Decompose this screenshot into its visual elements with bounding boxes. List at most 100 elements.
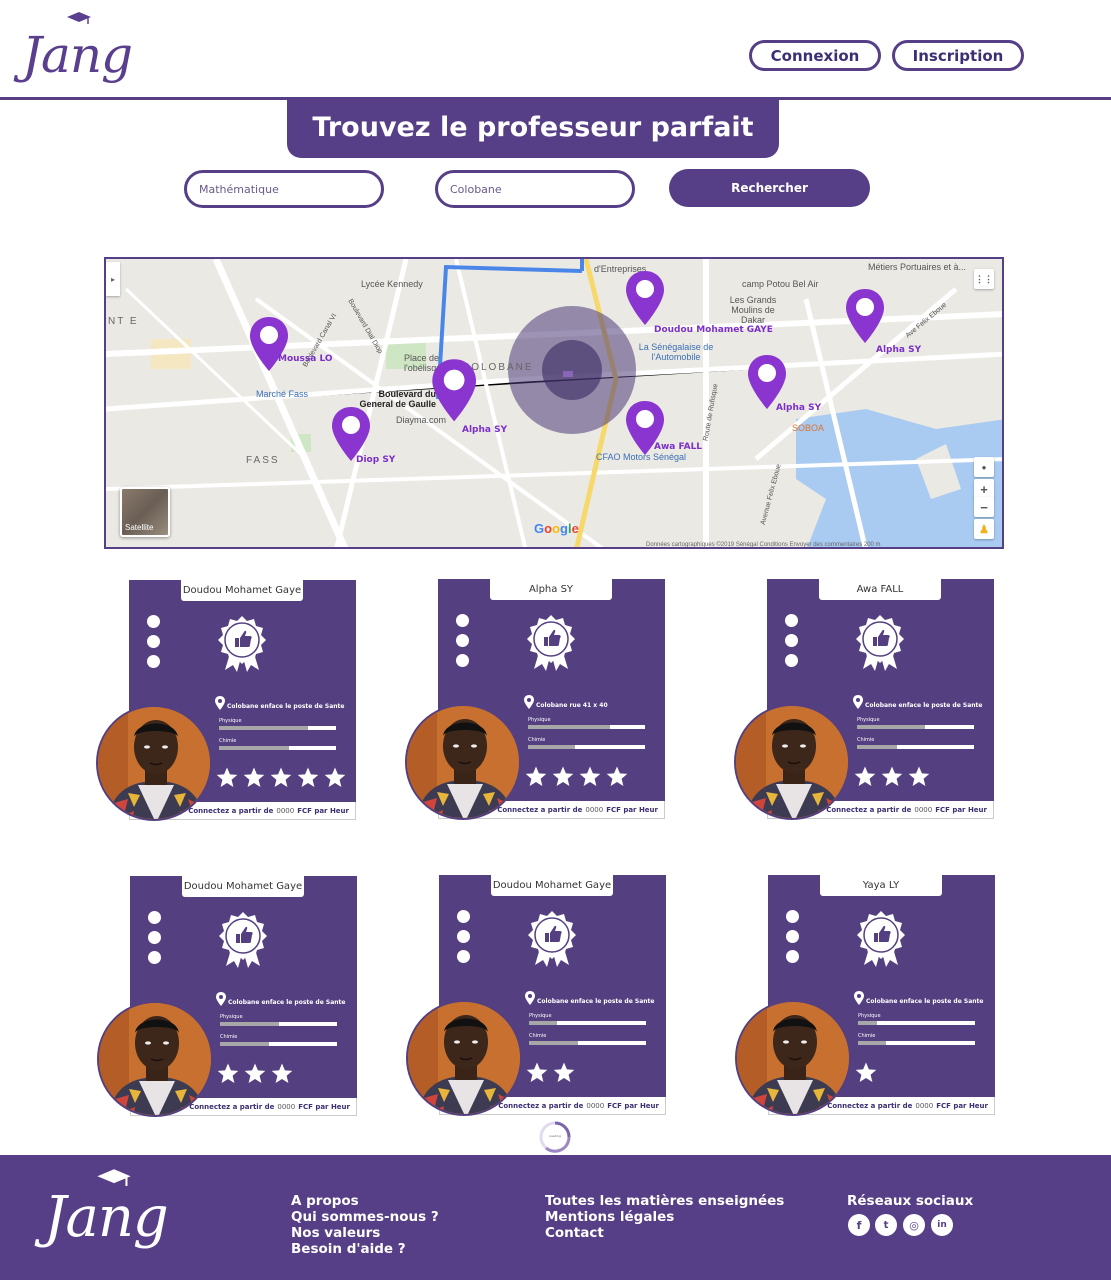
linkedin-icon[interactable]: in — [931, 1214, 953, 1236]
footer-link[interactable]: Nos valeurs — [291, 1225, 439, 1241]
teacher-name[interactable]: Yaya LY — [820, 875, 942, 896]
subject-level: Chimie — [857, 737, 974, 749]
teacher-address: Colobane enface le poste de Sante — [853, 695, 982, 709]
teacher-name[interactable]: Doudou Mohamet Gaye — [181, 580, 303, 601]
teacher-card[interactable]: Awa FALL Colobane enface le poste de Sant… — [734, 579, 994, 820]
level-bar — [528, 745, 645, 749]
more-options-icon[interactable] — [456, 614, 470, 674]
star-icon — [552, 766, 574, 786]
map-pin-label[interactable]: Doudou Mohamet GAYE — [654, 325, 773, 335]
subject-level: Physique — [858, 1013, 975, 1025]
signup-button[interactable]: Inscription — [892, 40, 1024, 71]
price-prefix: Connectez a partir de — [826, 805, 912, 814]
satellite-toggle[interactable]: Satellite — [120, 487, 170, 537]
teacher-card[interactable]: Doudou Mohamet Gaye Colobane enface le po… — [406, 875, 666, 1116]
map-label: La Sénégalaise de l'Automobile — [638, 342, 714, 362]
footer-link[interactable]: A propos — [291, 1193, 439, 1209]
my-location-button[interactable]: ● — [974, 457, 994, 477]
teacher-map[interactable]: ▸ Lycée Kennedy Place de l'obélisque COL… — [104, 257, 1004, 549]
more-options-icon[interactable] — [457, 910, 471, 970]
star-icon — [324, 767, 346, 787]
zoom-out-button[interactable]: − — [974, 497, 994, 517]
avatar[interactable] — [735, 1000, 851, 1116]
subject-level: Physique — [529, 1013, 646, 1025]
price-suffix: FCF par Heur — [298, 1102, 350, 1111]
teacher-card[interactable]: Doudou Mohamet Gaye Colobane enface le po… — [97, 876, 357, 1117]
search-button[interactable]: Rechercher — [669, 169, 870, 207]
teacher-name[interactable]: Doudou Mohamet Gaye — [182, 876, 304, 897]
google-logo: Google — [534, 521, 579, 536]
subject-level: Chimie — [529, 1033, 646, 1045]
footer-links-legal: Toutes les matières enseignées Mentions … — [545, 1193, 784, 1241]
map-pin-label[interactable]: Alpha SY — [876, 345, 921, 355]
more-options-icon[interactable] — [785, 614, 799, 674]
address-text: Colobane enface le poste de Sante — [537, 998, 655, 1005]
subject-input[interactable] — [184, 170, 384, 208]
teacher-address: Colobane enface le poste de Sante — [215, 696, 344, 710]
level-bar — [857, 745, 974, 749]
address-text: Colobane enface le poste de Sante — [865, 702, 983, 709]
footer-link[interactable]: Mentions légales — [545, 1209, 784, 1225]
map-pin-icon[interactable] — [844, 287, 886, 345]
graduation-cap-icon — [67, 12, 91, 24]
more-options-icon[interactable] — [786, 910, 800, 970]
avatar[interactable] — [734, 704, 850, 820]
footer-link[interactable]: Qui sommes-nous ? — [291, 1209, 439, 1225]
map-pin-label[interactable]: Awa FALL — [654, 442, 702, 452]
level-bar — [220, 1022, 337, 1026]
twitter-icon[interactable]: t — [875, 1214, 897, 1236]
facebook-icon[interactable]: f — [848, 1214, 870, 1236]
footer-logo[interactable]: Jang — [44, 1169, 174, 1265]
star-icon — [854, 766, 876, 786]
teacher-name[interactable]: Awa FALL — [819, 579, 941, 600]
street-view-pegman-icon[interactable]: ♟ — [974, 519, 994, 539]
instagram-icon[interactable]: ◎ — [903, 1214, 925, 1236]
teacher-card[interactable]: Yaya LY Colobane enface le poste de Sante… — [735, 875, 995, 1116]
map-pin-icon[interactable] — [248, 315, 290, 373]
map-panel-toggle[interactable]: ▸ — [106, 262, 120, 296]
level-bar — [219, 746, 336, 750]
footer-link[interactable]: Toutes les matières enseignées — [545, 1193, 784, 1209]
teacher-name[interactable]: Doudou Mohamet Gaye — [491, 875, 613, 896]
login-button[interactable]: Connexion — [749, 40, 881, 71]
star-icon — [908, 766, 930, 786]
location-input[interactable] — [435, 170, 635, 208]
rating-stars — [215, 766, 347, 790]
teacher-card[interactable]: Alpha SY Colobane rue 41 x 40 Physique Chim… — [405, 579, 665, 820]
footer-links-about: A propos Qui sommes-nous ? Nos valeurs B… — [291, 1193, 439, 1257]
award-thumbs-up-icon — [527, 615, 575, 671]
map-pin-icon[interactable] — [624, 269, 666, 327]
subject-label: Chimie — [528, 737, 546, 743]
avatar[interactable] — [405, 704, 521, 820]
map-label: Lycée Kennedy — [361, 279, 423, 289]
footer-link[interactable]: Contact — [545, 1225, 784, 1241]
footer-link[interactable]: Besoin d'aide ? — [291, 1241, 439, 1257]
award-thumbs-up-icon — [218, 616, 266, 672]
price-value: 0000 — [914, 805, 933, 814]
map-pin-label[interactable]: Diop SY — [356, 455, 395, 465]
more-options-icon[interactable] — [147, 615, 161, 675]
subject-label: Chimie — [529, 1033, 547, 1039]
price-suffix: FCF par Heur — [607, 1101, 659, 1110]
price-value: 0000 — [276, 806, 295, 815]
map-pin-label[interactable]: Alpha SY — [776, 403, 821, 413]
zoom-in-button[interactable]: + — [974, 479, 994, 499]
star-icon — [855, 1062, 877, 1082]
level-bar — [858, 1041, 975, 1045]
apps-grid-icon[interactable]: ⋮⋮ — [974, 269, 994, 289]
avatar[interactable] — [97, 1001, 213, 1117]
star-icon — [243, 767, 265, 787]
map-pin-label[interactable]: Moussa LO — [278, 354, 333, 364]
map-label: NT E — [108, 316, 139, 327]
avatar[interactable] — [406, 1000, 522, 1116]
avatar[interactable] — [96, 705, 212, 821]
more-options-icon[interactable] — [148, 911, 162, 971]
map-pin-icon[interactable] — [430, 357, 478, 424]
site-header: Jang Connexion Inscription — [0, 0, 1111, 100]
price-prefix: Connectez a partir de — [189, 1102, 275, 1111]
teacher-name[interactable]: Alpha SY — [490, 579, 612, 600]
map-pin-label[interactable]: Alpha SY — [462, 425, 507, 435]
teacher-card[interactable]: Doudou Mohamet Gaye Colobane enface le po… — [96, 580, 356, 821]
site-logo[interactable]: Jang — [22, 12, 133, 94]
subject-label: Physique — [219, 718, 242, 724]
